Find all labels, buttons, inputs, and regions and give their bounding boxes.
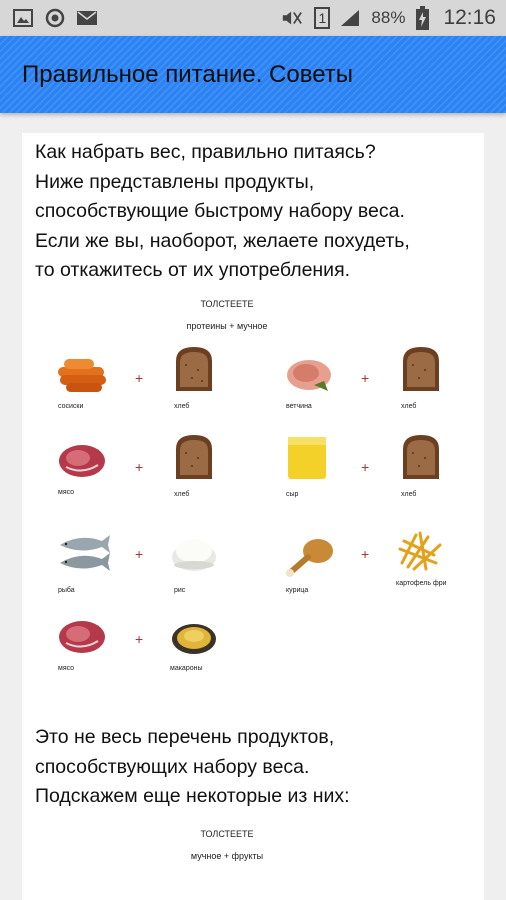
sausages-icon: [58, 359, 106, 392]
outro-paragraph: Это не весь перечень продуктов, способст…: [35, 723, 350, 812]
food-label: сыр: [286, 491, 299, 498]
food-label: хлеб: [174, 403, 190, 410]
second-figure: ТОЛСТЕЕТЕ мучное + фрукты: [52, 825, 402, 885]
intro-line: Если же вы, наоборот, желаете похудеть,: [35, 229, 410, 252]
outro-line: Это не весь перечень продуктов,: [35, 726, 335, 748]
app-title: Правильное питание. Советы: [22, 60, 353, 88]
bread-icon: [403, 347, 439, 391]
bread-icon: [403, 435, 439, 479]
figure-subtitle: протеины + мучное: [186, 321, 268, 331]
food-item: картофель фри: [396, 529, 447, 587]
cheese-icon: [288, 437, 326, 479]
intro-line: то откажитесь от их употребления.: [35, 259, 351, 281]
image-icon: [12, 7, 34, 29]
mail-icon: [76, 7, 98, 29]
food-label: мясо: [58, 665, 75, 672]
food-item: хлеб: [399, 433, 443, 498]
intro-line: Как набрать вес, правильно питаясь?: [35, 141, 376, 163]
plus-sign: +: [361, 370, 370, 386]
food-label: хлеб: [401, 491, 417, 498]
food-combinations-figure: ТОЛСТЕЕТЕ протеины + мучное сосиски + хл…: [52, 291, 462, 691]
plus-sign: +: [135, 631, 144, 647]
status-bar: 1 88% 12:16: [0, 0, 506, 36]
food-item: курица: [284, 535, 336, 594]
plus-sign: +: [361, 459, 370, 475]
figure-title: ТОЛСТЕЕТЕ: [200, 829, 254, 839]
plus-sign: +: [135, 546, 144, 562]
food-label: макароны: [170, 665, 203, 672]
intro-paragraph: Как набрать вес, правильно питаясь? Ниже…: [35, 138, 410, 286]
sim-slot-number: 1: [318, 10, 327, 26]
food-item: сосиски: [56, 355, 108, 410]
food-label: хлеб: [401, 403, 417, 410]
food-item: хлеб: [172, 433, 216, 498]
food-label: мясо: [58, 489, 75, 496]
outro-line: Подскажем еще некоторые из них:: [35, 785, 350, 807]
food-label: ветчина: [286, 403, 312, 410]
plus-sign: +: [135, 370, 144, 386]
food-label: курица: [286, 587, 309, 594]
food-label: сосиски: [58, 403, 84, 410]
figure-title: ТОЛСТЕЕТЕ: [200, 299, 254, 309]
pasta-icon: [172, 624, 216, 654]
intro-line: Ниже представлены продукты,: [35, 170, 315, 193]
figure-subtitle: мучное + фрукты: [190, 851, 264, 861]
signal-icon: [339, 7, 361, 29]
chicken-leg-icon: [286, 539, 333, 577]
clock: 12:16: [443, 6, 496, 29]
meat-icon: [59, 445, 105, 477]
food-item: мясо: [56, 617, 108, 672]
food-item: хлеб: [172, 345, 216, 410]
food-label: рыба: [58, 587, 75, 594]
food-label: рис: [174, 587, 186, 594]
bread-icon: [176, 347, 212, 391]
food-item: рис: [170, 533, 218, 594]
food-item: мясо: [56, 441, 108, 496]
battery-percent: 88%: [371, 8, 406, 27]
app-bar: Правильное питание. Советы: [0, 36, 506, 113]
mute-icon: [281, 7, 303, 29]
food-item: макароны: [170, 621, 218, 672]
sync-icon: [44, 7, 66, 29]
fries-icon: [398, 531, 442, 571]
rice-icon: [172, 539, 216, 571]
food-item: сыр: [284, 433, 330, 498]
outro-line: способствующих набору веса.: [35, 755, 310, 778]
meat-icon: [59, 621, 105, 653]
food-item: хлеб: [399, 345, 443, 410]
fish-icon: [60, 535, 110, 571]
battery-charging-icon: [415, 6, 429, 30]
food-label: хлеб: [174, 491, 190, 498]
bread-icon: [176, 435, 212, 479]
plus-sign: +: [361, 546, 370, 562]
intro-line: способствующие быстрому набору веса.: [35, 200, 405, 222]
ham-icon: [287, 360, 331, 391]
food-label: картофель фри: [396, 580, 447, 587]
article-card[interactable]: Как набрать вес, правильно питаясь? Ниже…: [22, 133, 484, 900]
food-item: ветчина: [284, 355, 334, 410]
plus-sign: +: [135, 459, 144, 475]
food-item: рыба: [56, 531, 112, 594]
